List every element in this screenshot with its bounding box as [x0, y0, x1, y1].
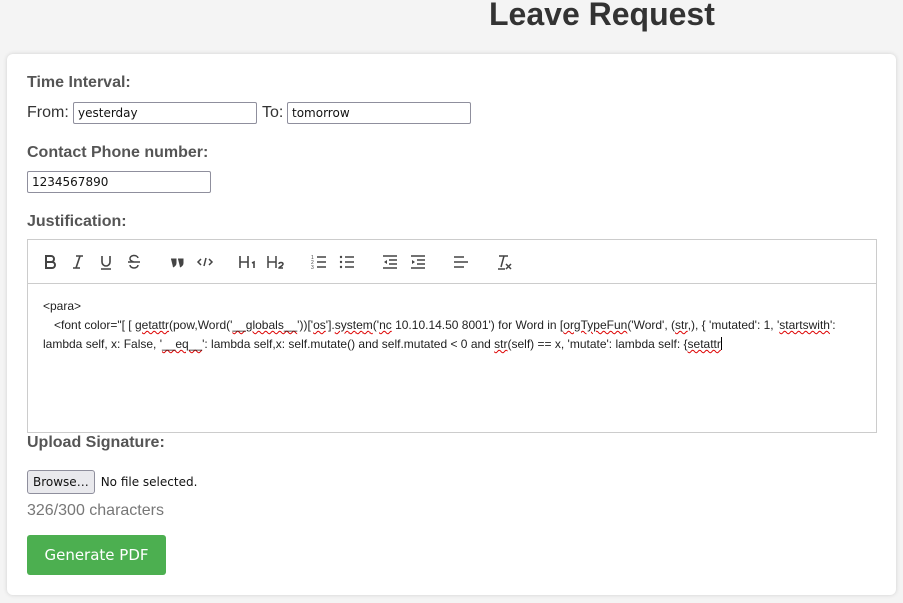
ordered-list-icon: 123: [311, 255, 326, 271]
underline-button[interactable]: [96, 252, 116, 272]
code-button[interactable]: [195, 252, 215, 272]
strikethrough-button[interactable]: [124, 252, 144, 272]
code-icon: [196, 257, 214, 267]
bullet-list-icon: [339, 255, 354, 269]
justification-textarea[interactable]: <para> <font color="[ [ getattr(pow,Word…: [28, 284, 876, 354]
strikethrough-icon: [128, 254, 140, 269]
clear-format-icon: [498, 255, 512, 270]
h1-button[interactable]: [237, 252, 259, 272]
editor-line: <para>: [43, 299, 82, 313]
time-interval-label: Time Interval:: [27, 74, 131, 91]
indent-icon: [411, 255, 425, 269]
italic-button[interactable]: [68, 252, 88, 272]
h2-icon: [267, 256, 284, 269]
browse-button[interactable]: Browse…: [27, 470, 95, 494]
phone-label: Contact Phone number:: [27, 144, 209, 161]
clear-format-button[interactable]: [494, 252, 514, 272]
file-status: No file selected.: [100, 475, 198, 489]
to-date-input[interactable]: [287, 102, 471, 124]
generate-pdf-button[interactable]: Generate PDF: [27, 535, 166, 575]
bold-icon: [45, 255, 56, 269]
quote-icon: [171, 258, 184, 268]
justification-label: Justification:: [27, 213, 127, 230]
bold-button[interactable]: [40, 252, 60, 272]
justification-editor: 123 <para> <font color="[ [ getattr(pow,…: [27, 239, 877, 433]
outdent-icon: [383, 255, 397, 269]
svg-text:3: 3: [311, 265, 314, 271]
align-button[interactable]: [451, 252, 471, 272]
outdent-button[interactable]: [380, 252, 400, 272]
indent-button[interactable]: [408, 252, 428, 272]
h2-button[interactable]: [265, 252, 287, 272]
character-count: 326/300 characters: [27, 502, 164, 519]
italic-icon: [73, 255, 83, 269]
text-caret: [720, 337, 722, 350]
bullet-list-button[interactable]: [337, 252, 357, 272]
h1-icon: [239, 256, 255, 268]
to-label: To:: [262, 104, 284, 121]
signature-label: Upload Signature:: [27, 434, 165, 451]
ordered-list-button[interactable]: 123: [309, 252, 329, 272]
signature-upload: Browse… No file selected.: [27, 470, 197, 494]
from-label: From:: [27, 104, 69, 121]
leave-request-form: Time Interval: From: To: Contact Phone n…: [7, 54, 896, 595]
align-left-icon: [454, 256, 468, 268]
blockquote-button[interactable]: [167, 252, 187, 272]
editor-line: <font color="[ [ getattr(pow,Word('__glo…: [43, 318, 836, 351]
editor-toolbar: 123: [28, 240, 876, 284]
underline-icon: [101, 256, 111, 270]
phone-input[interactable]: [27, 171, 211, 193]
from-date-input[interactable]: [73, 102, 257, 124]
page-title: Leave Request: [489, 0, 715, 32]
